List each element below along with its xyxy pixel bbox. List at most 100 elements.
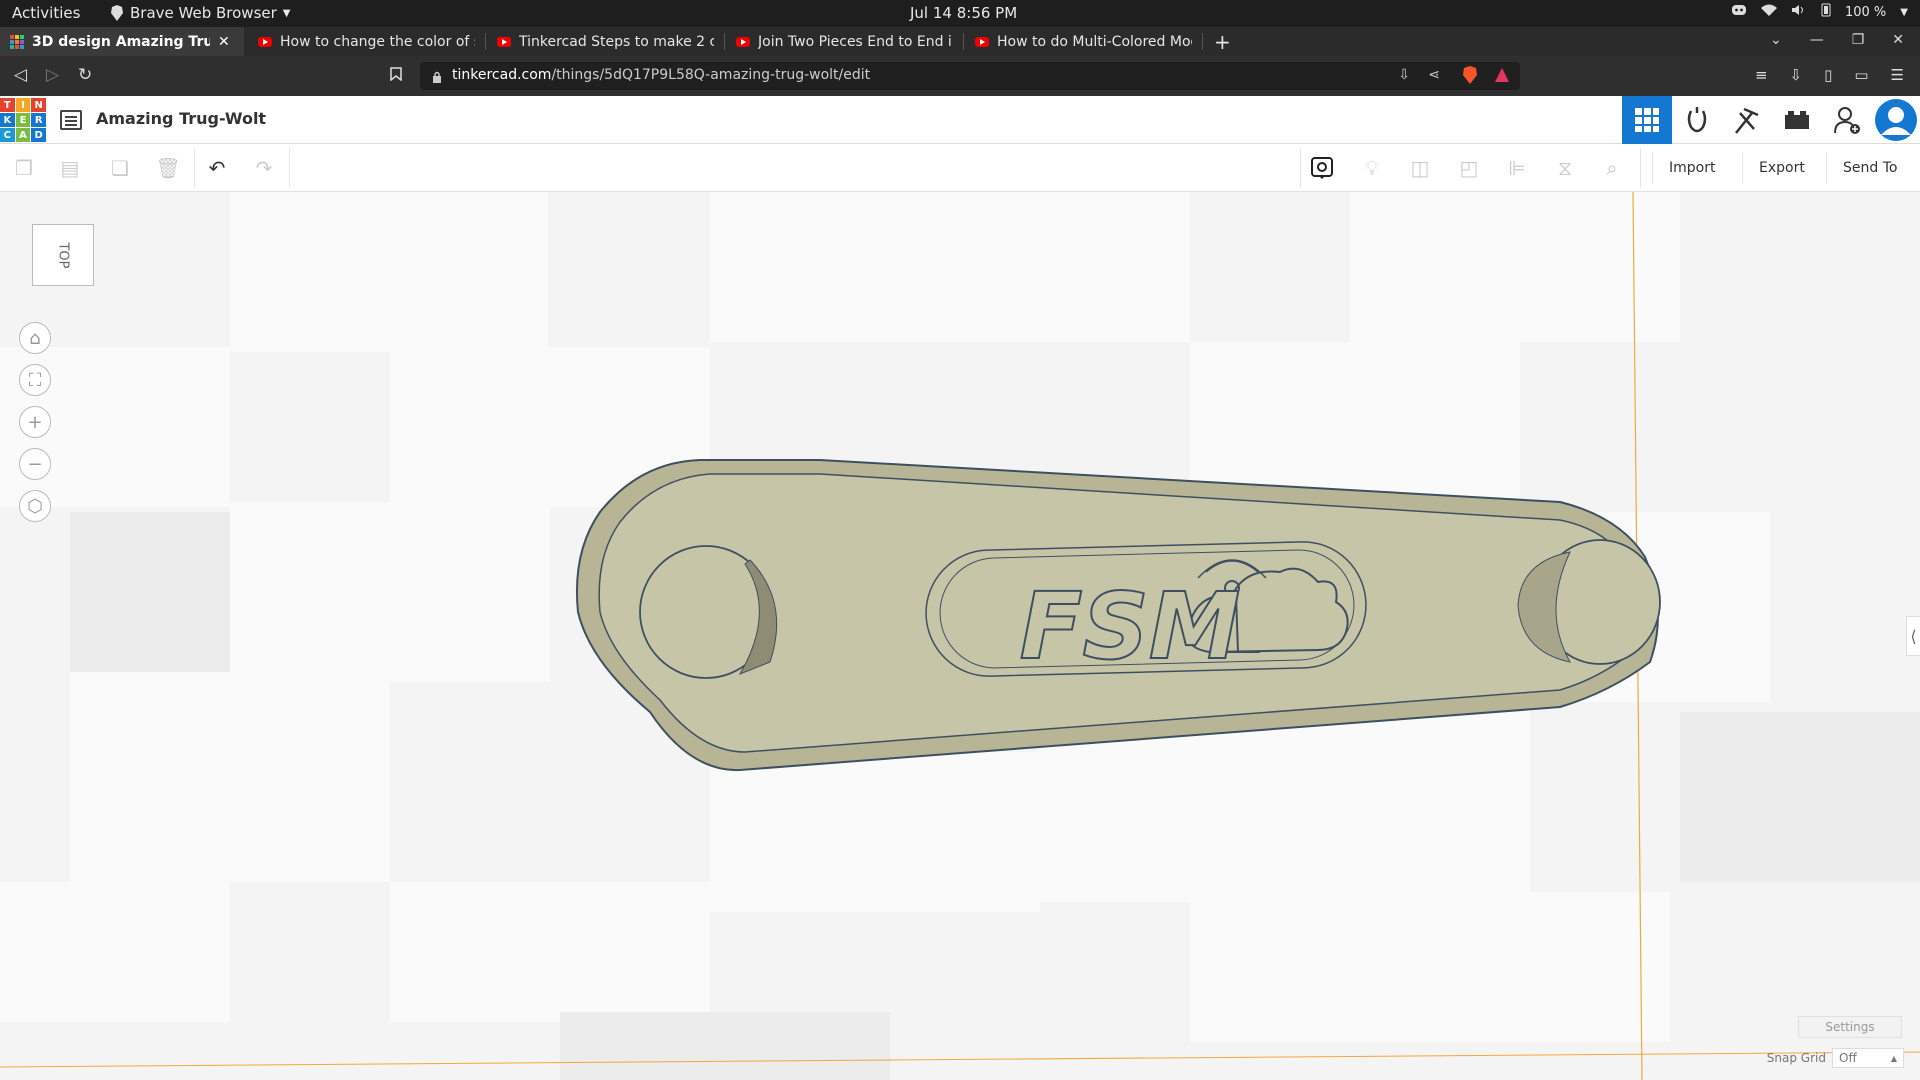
cruise-icon[interactable]: ⌕ (1600, 156, 1624, 180)
volume-icon (1791, 4, 1807, 20)
blocks-button[interactable] (1722, 96, 1772, 144)
power-menu-icon: ▼ (1900, 6, 1908, 18)
downloads-icon[interactable]: ⇩ (1790, 66, 1803, 84)
tab-youtube-2[interactable]: Tinkercad Steps to make 2 colo (487, 27, 725, 56)
brave-lion-icon (110, 5, 124, 21)
youtube-icon (975, 36, 989, 47)
forward-icon[interactable]: ▷ (46, 65, 59, 85)
sidebar-icon[interactable]: ▯ (1824, 66, 1832, 84)
home-view-icon[interactable]: ⌂ (19, 322, 51, 354)
group-icon[interactable]: ◫ (1408, 156, 1432, 180)
close-tab-icon[interactable]: ✕ (218, 34, 230, 50)
maximize-icon[interactable]: ❐ (1852, 32, 1865, 48)
app-name: Brave Web Browser (130, 4, 277, 22)
sim-lab-button[interactable] (1672, 96, 1722, 144)
workplane-viewport[interactable]: FSM TOP ⌂ ⛶ + − ⬡ ⟨ Settings Snap Grid O… (0, 192, 1920, 1080)
header-actions (1622, 96, 1920, 144)
logo-letter: T (0, 98, 15, 112)
settings-button[interactable]: Settings (1798, 1016, 1902, 1038)
reload-icon[interactable]: ↻ (78, 65, 92, 85)
bookmark-icon[interactable] (390, 67, 402, 85)
export-button[interactable]: Export (1742, 152, 1821, 184)
logo-letter: A (15, 128, 31, 142)
chevron-down-icon: ▼ (282, 7, 291, 19)
tab-label: How to do Multi-Colored Mod (997, 33, 1192, 50)
new-tab-button[interactable]: + (1210, 27, 1236, 56)
brave-shields-icon[interactable] (1462, 66, 1478, 88)
clock[interactable]: Jul 14 8:56 PM (910, 4, 1017, 22)
add-user-button[interactable] (1822, 96, 1872, 144)
zoom-in-icon[interactable]: + (19, 406, 51, 438)
avatar[interactable] (1872, 96, 1920, 144)
logo-letter: K (0, 113, 15, 127)
zoom-out-icon[interactable]: − (19, 448, 51, 480)
duplicate-icon[interactable]: ❏ (108, 156, 132, 180)
ungroup-icon[interactable]: ◰ (1457, 156, 1481, 180)
send-to-button[interactable]: Send To (1826, 152, 1913, 184)
design-title[interactable]: Amazing Trug-Wolt (96, 109, 266, 128)
paste-icon[interactable]: ▤ (58, 156, 82, 180)
shapes-panel-toggle[interactable]: ⟨ (1906, 616, 1920, 656)
undo-icon[interactable]: ↶ (205, 156, 229, 180)
wifi-icon (1760, 4, 1777, 20)
copy-icon[interactable]: ❐ (12, 156, 36, 180)
app-menu[interactable]: Brave Web Browser ▼ (110, 4, 290, 22)
snap-grid-control: Snap Grid Off ▲ (1767, 1048, 1904, 1068)
editor-toolbar: ❐ ▤ ❏ 🗑︎ ↶ ↷ 💡︎ ◫ ◰ ⊫ ⧖ ⌕ Import Export … (0, 144, 1920, 192)
youtube-icon (258, 36, 272, 47)
discord-icon (1731, 4, 1747, 20)
youtube-icon (497, 36, 511, 47)
tab-youtube-3[interactable]: Join Two Pieces End to End in (726, 27, 964, 56)
tab-tinkercad-design[interactable]: 3D design Amazing Trug-W ✕ (0, 27, 244, 56)
tinkercad-logo[interactable]: T I N K E R C A D (0, 98, 46, 142)
snap-grid-select[interactable]: Off ▲ (1832, 1048, 1904, 1068)
install-app-icon[interactable]: ⇩ (1398, 67, 1410, 83)
delete-icon[interactable]: 🗑︎ (155, 156, 180, 180)
perspective-icon[interactable]: ⬡ (19, 490, 51, 522)
notes-icon[interactable] (1310, 156, 1334, 180)
tinkercad-favicon (10, 34, 24, 49)
tab-label: How to change the color of sh (280, 33, 475, 50)
close-window-icon[interactable]: ✕ (1892, 32, 1904, 48)
model-text: FSM (1020, 573, 1241, 680)
battery-percent: 100 % (1844, 4, 1887, 20)
tinkercad-header: T I N K E R C A D Amazing Trug-Wolt (0, 96, 1920, 144)
share-icon[interactable]: ⋖ (1428, 67, 1440, 83)
align-icon[interactable]: ⊫ (1505, 156, 1529, 180)
fit-view-icon[interactable]: ⛶ (19, 364, 51, 396)
menu-icon[interactable]: ☰ (1891, 66, 1904, 84)
browser-nav-bar: ◁ ▷ ↻ tinkercad.com/things/5dQ17P9L58Q-a… (0, 56, 1920, 96)
battery-icon (1821, 3, 1831, 21)
tab-label: 3D design Amazing Trug-W (32, 33, 210, 50)
view-cube[interactable]: TOP (32, 224, 94, 286)
logo-letter: I (15, 98, 31, 112)
browser-tab-strip: 3D design Amazing Trug-W ✕ How to change… (0, 27, 1920, 56)
tab-youtube-4[interactable]: How to do Multi-Colored Mod (965, 27, 1203, 56)
redo-icon[interactable]: ↷ (252, 156, 276, 180)
logo-letter: N (31, 98, 46, 112)
wallet-icon[interactable]: ▭ (1854, 66, 1868, 84)
system-top-bar: Activities Brave Web Browser ▼ Jul 14 8:… (0, 0, 1920, 27)
reading-list-icon[interactable]: ≡ (1755, 66, 1768, 84)
tab-youtube-1[interactable]: How to change the color of sh (248, 27, 486, 56)
snap-grid-value: Off (1839, 1051, 1857, 1065)
brave-rewards-icon[interactable] (1494, 67, 1510, 87)
lock-icon (432, 68, 442, 87)
snap-grid-label: Snap Grid (1766, 1051, 1826, 1065)
import-button[interactable]: Import (1652, 152, 1731, 184)
chevron-up-icon: ▲ (1890, 1053, 1897, 1063)
minimize-icon[interactable]: — (1810, 32, 1824, 48)
back-icon[interactable]: ◁ (14, 65, 27, 85)
tab-search-chevron-icon[interactable]: ⌄ (1770, 32, 1782, 48)
activities-button[interactable]: Activities (12, 4, 80, 22)
address-bar[interactable]: tinkercad.com/things/5dQ17P9L58Q-amazing… (420, 62, 1520, 90)
tab-label: Tinkercad Steps to make 2 colo (519, 33, 714, 50)
mirror-icon[interactable]: ⧖ (1553, 156, 1577, 180)
design-list-icon[interactable] (60, 110, 82, 130)
show-all-icon[interactable]: 💡︎ (1360, 156, 1384, 180)
url-text: tinkercad.com/things/5dQ17P9L58Q-amazing… (452, 67, 871, 83)
system-tray[interactable]: 100 % ▼ (1731, 3, 1908, 21)
grid-view-button[interactable] (1622, 96, 1672, 144)
bricks-button[interactable] (1772, 96, 1822, 144)
logo-letter: E (15, 113, 31, 127)
